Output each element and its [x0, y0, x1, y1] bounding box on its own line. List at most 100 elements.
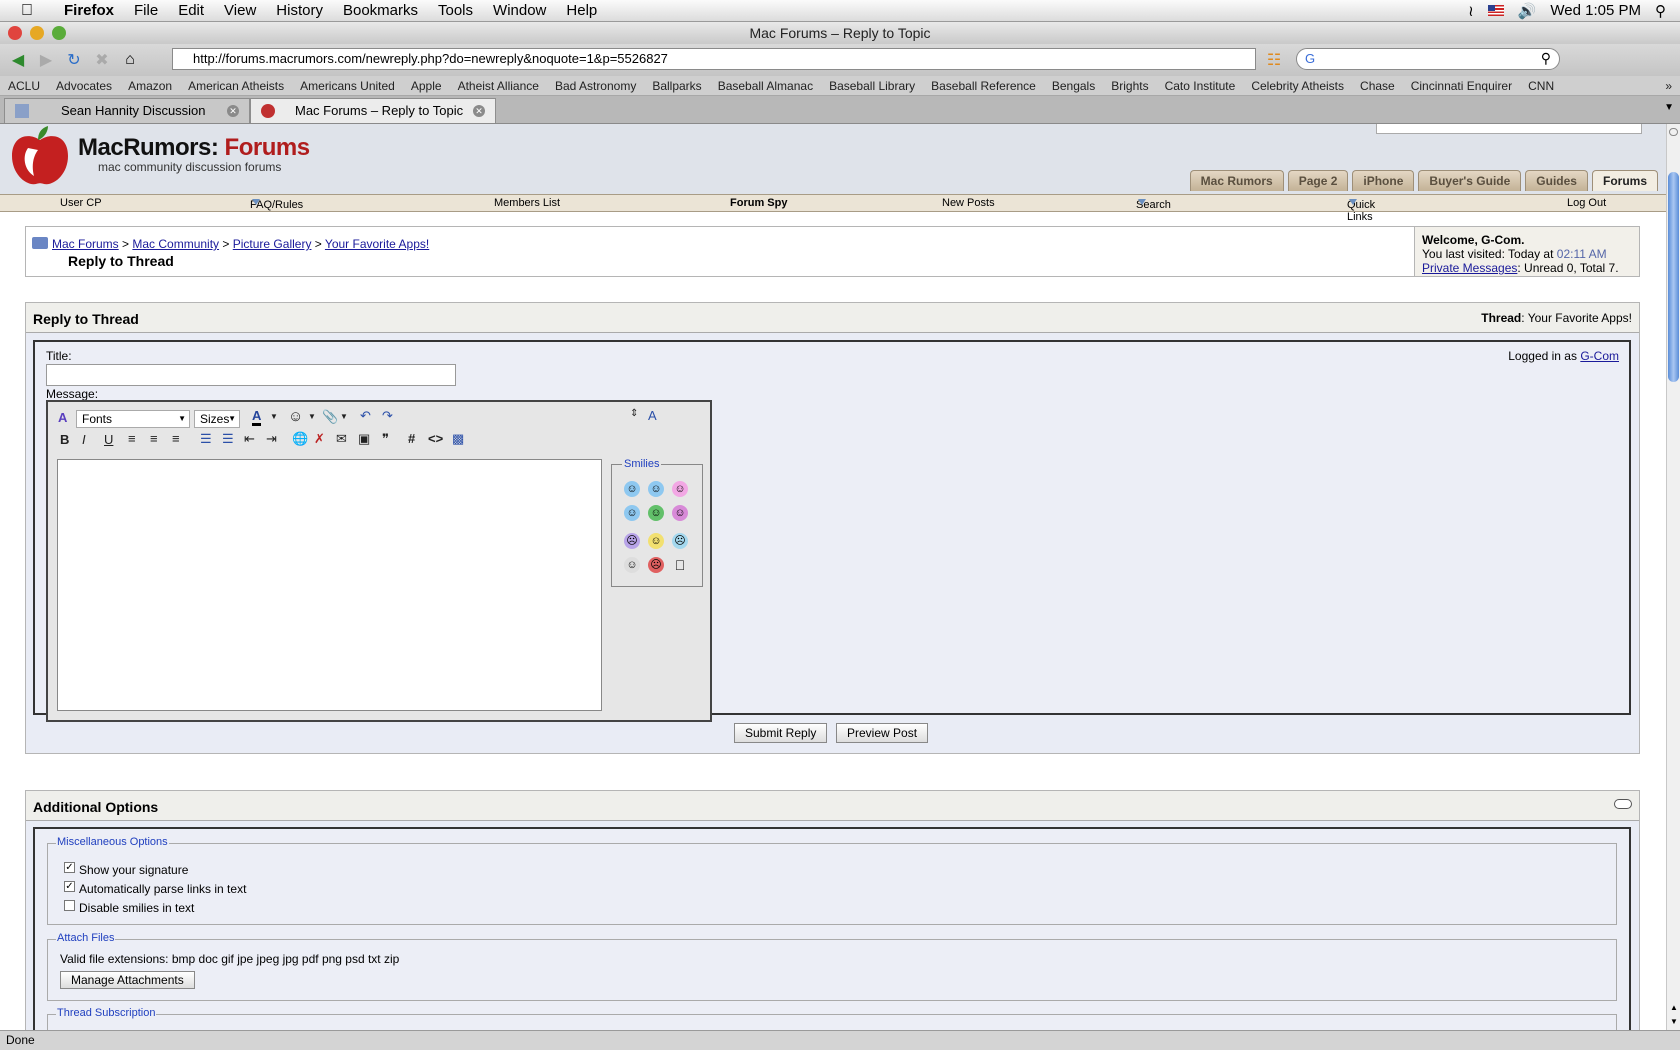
insert-image-icon[interactable]: ▣	[358, 431, 370, 447]
menu-history[interactable]: History	[266, 0, 333, 22]
subnav-members-list[interactable]: Members List	[494, 197, 560, 209]
url-bar[interactable]: http://forums.macrumors.com/newreply.php…	[172, 48, 1256, 70]
align-right-icon[interactable]: ≡	[172, 431, 180, 446]
subnav-user-cp[interactable]: User CP	[60, 197, 102, 209]
breadcrumb-thread[interactable]: Your Favorite Apps!	[325, 237, 429, 251]
page-scrollbar[interactable]: ▲ ▼	[1666, 124, 1680, 1030]
close-tab-icon[interactable]: ✕	[227, 105, 239, 117]
menu-file[interactable]: File	[124, 0, 168, 22]
bookmark[interactable]: Brights	[1103, 79, 1156, 93]
bookmark[interactable]: CNN	[1520, 79, 1562, 93]
php-icon[interactable]: ▩	[452, 431, 464, 447]
wifi-icon[interactable]: ≀	[1468, 2, 1474, 20]
sad-smiley-icon[interactable]: ☹	[624, 533, 640, 549]
align-left-icon[interactable]: ≡	[128, 431, 136, 446]
subnav-forum-spy[interactable]: Forum Spy	[730, 197, 787, 209]
header-search-input[interactable]	[1376, 124, 1642, 134]
private-messages-link[interactable]: Private Messages	[1422, 261, 1517, 275]
tongue-smiley-icon[interactable]: ☺	[672, 481, 688, 497]
back-icon[interactable]: ◀	[6, 49, 30, 71]
grin-smiley-icon[interactable]: ☺	[648, 505, 664, 521]
apple-menu-icon[interactable]: 	[0, 2, 54, 20]
text-color-icon[interactable]: A	[252, 408, 262, 426]
flag-icon[interactable]	[1487, 5, 1504, 16]
bookmark[interactable]: Advocates	[48, 79, 120, 93]
bookmark[interactable]: Celebrity Atheists	[1243, 79, 1352, 93]
menu-help[interactable]: Help	[556, 0, 607, 22]
breadcrumb-picture-gallery[interactable]: Picture Gallery	[233, 237, 312, 251]
message-textarea[interactable]	[57, 459, 602, 711]
more-bookmarks-icon[interactable]: »	[1665, 79, 1680, 93]
undo-icon[interactable]: ↶	[360, 408, 371, 424]
scroll-up-icon[interactable]: ▲	[1670, 1003, 1678, 1012]
minimize-window-icon[interactable]	[30, 26, 44, 40]
attachment-icon[interactable]: 📎	[322, 409, 338, 425]
home-icon[interactable]: ⌂	[118, 49, 142, 71]
chevron-down-icon[interactable]: ▼	[308, 412, 316, 421]
bookmark[interactable]: American Atheists	[180, 79, 292, 93]
cool-smiley-icon[interactable]: ☺	[648, 481, 664, 497]
italic-icon[interactable]: I	[82, 432, 86, 447]
navtab-forums[interactable]: Forums	[1591, 170, 1658, 191]
scrollbar-thumb[interactable]	[1668, 172, 1679, 382]
menu-window[interactable]: Window	[483, 0, 556, 22]
subnav-new-posts[interactable]: New Posts	[942, 197, 995, 209]
switch-editor-mode-icon[interactable]: A	[648, 408, 657, 423]
unordered-list-icon[interactable]: ☰	[222, 431, 234, 447]
smiley-insert-icon[interactable]: ☺	[288, 408, 303, 425]
show-signature-checkbox[interactable]: ✓	[64, 862, 75, 873]
parse-links-checkbox[interactable]: ✓	[64, 881, 75, 892]
menu-tools[interactable]: Tools	[428, 0, 483, 22]
search-engine-box[interactable]: G ⚲	[1296, 48, 1560, 70]
tab-mac-forums[interactable]: Mac Forums – Reply to Topic ✕	[250, 98, 496, 123]
happy-smiley-icon[interactable]: ☺	[648, 533, 664, 549]
submit-reply-button[interactable]: Submit Reply	[734, 723, 828, 743]
bookmark[interactable]: Cato Institute	[1157, 79, 1244, 93]
redo-icon[interactable]: ↷	[382, 408, 393, 424]
blush-smiley-icon[interactable]: ☺	[672, 505, 688, 521]
disable-smilies-checkbox[interactable]	[64, 900, 75, 911]
bookmark[interactable]: Atheist Alliance	[450, 79, 547, 93]
eek-smiley-icon[interactable]: ☺	[624, 557, 640, 573]
close-window-icon[interactable]	[8, 26, 22, 40]
font-select[interactable]: Fonts ▼	[76, 410, 190, 428]
menu-app[interactable]: Firefox	[54, 0, 124, 22]
go-icon[interactable]	[1264, 49, 1288, 71]
bookmark[interactable]: Cincinnati Enquirer	[1403, 79, 1520, 93]
menu-view[interactable]: View	[214, 0, 266, 22]
forum-home-icon[interactable]	[32, 237, 48, 249]
google-icon[interactable]: G	[1305, 51, 1315, 66]
code-icon[interactable]: #	[408, 431, 415, 446]
bookmark[interactable]: ACLU	[0, 79, 48, 93]
bookmark[interactable]: Chase	[1352, 79, 1403, 93]
stop-icon[interactable]: ✖	[90, 49, 114, 71]
navtab-page-2[interactable]: Page 2	[1287, 170, 1349, 191]
volume-icon[interactable]: 🔊	[1518, 2, 1537, 20]
insert-link-icon[interactable]: 🌐	[292, 431, 308, 447]
menu-edit[interactable]: Edit	[168, 0, 214, 22]
spotlight-icon[interactable]: ⚲	[1655, 2, 1666, 20]
reload-icon[interactable]: ↻	[62, 49, 86, 71]
menu-bookmarks[interactable]: Bookmarks	[333, 0, 428, 22]
collapse-icon[interactable]	[1614, 799, 1632, 809]
tab-sean-hannity[interactable]: Sean Hannity Discussion ✕	[4, 98, 250, 123]
manage-attachments-button[interactable]: Manage Attachments	[60, 971, 195, 989]
scroll-collapse-icon[interactable]	[1669, 128, 1678, 136]
resize-editor-icon[interactable]: ⇕	[630, 408, 638, 419]
close-tab-icon[interactable]: ✕	[473, 105, 485, 117]
wink-smiley-icon[interactable]: ☺	[624, 505, 640, 521]
navtab-mac-rumors[interactable]: Mac Rumors	[1189, 170, 1284, 191]
chevron-down-icon[interactable]: ▼	[340, 412, 348, 421]
navtab-iphone[interactable]: iPhone	[1352, 170, 1415, 191]
indent-icon[interactable]: ⇥	[266, 431, 277, 447]
bookmark[interactable]: Ballparks	[644, 79, 709, 93]
remove-link-icon[interactable]: ✗	[314, 431, 325, 447]
bookmark[interactable]: Americans United	[292, 79, 403, 93]
html-icon[interactable]: <>	[428, 431, 443, 446]
scroll-down-icon[interactable]: ▼	[1670, 1017, 1678, 1026]
underline-icon[interactable]: U	[104, 432, 113, 447]
align-center-icon[interactable]: ≡	[150, 431, 158, 446]
tab-list-icon[interactable]: ▼	[1664, 102, 1674, 113]
insert-email-icon[interactable]: ✉	[336, 431, 347, 447]
subnav-log-out[interactable]: Log Out	[1567, 197, 1606, 209]
